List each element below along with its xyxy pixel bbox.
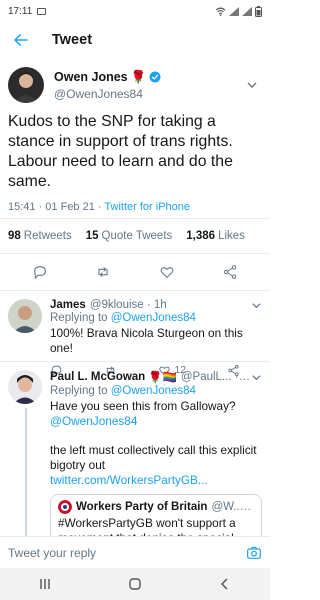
quoted-author-handle: @W... · 4h (211, 501, 254, 513)
status-icons (215, 5, 262, 17)
app-bar: Tweet (0, 22, 270, 58)
reply-header: James @9klouise · 1h (50, 299, 262, 311)
system-nav-bar (0, 568, 270, 600)
author-handle: @OwenJones84 (54, 86, 143, 101)
reply-text-body: the left must collectively call this exp… (50, 443, 257, 472)
likes-label: Likes (218, 230, 245, 242)
replying-to-mention[interactable]: @OwenJones84 (111, 385, 196, 397)
quotes-label: Quote Tweets (101, 230, 173, 242)
quotes-count: 15 (85, 230, 99, 242)
reply-input[interactable]: Tweet your reply (8, 546, 96, 560)
replying-to: Replying to @OwenJones84 (50, 385, 262, 397)
replying-to-label: Replying to (50, 385, 111, 397)
share-icon[interactable] (222, 264, 238, 280)
back-arrow-icon[interactable] (12, 31, 30, 49)
reply-text-line-1: Have you seen this from Galloway? (50, 399, 236, 413)
status-time: 17:11 (8, 5, 33, 17)
chevron-down-icon[interactable] (251, 372, 262, 383)
author-name-line: Owen Jones 🌹 (54, 70, 161, 85)
tweet-meta: 15:41 · 01 Feb 21 · Twitter for iPhone (0, 196, 270, 218)
reply-composer[interactable]: Tweet your reply (0, 536, 270, 568)
signal-icon (229, 6, 239, 16)
reply-author-handle: @PaulL... · 1h (180, 371, 251, 383)
reply-tweet[interactable]: Paul L. McGowan 🌹🏳️‍🌈 @PaulL... · 1h Rep… (0, 362, 270, 542)
quoted-tweet[interactable]: Workers Party of Britain @W... · 4h #Wor… (50, 494, 262, 542)
quoted-tweet-header: Workers Party of Britain @W... · 4h (58, 500, 254, 514)
avatar[interactable] (8, 299, 42, 333)
reply-link[interactable]: twitter.com/WorkersPartyGB... (50, 473, 208, 487)
tweet-actions (0, 254, 270, 290)
reply-mention[interactable]: @OwenJones84 (50, 414, 262, 429)
avatar[interactable] (8, 67, 44, 103)
status-bar: 17:11 (0, 0, 270, 22)
reply-body: Paul L. McGowan 🌹🏳️‍🌈 @PaulL... · 1h Rep… (50, 370, 262, 542)
reply-body: James @9klouise · 1h Replying to @OwenJo… (50, 299, 262, 377)
likes-stat[interactable]: 1,386 Likes (186, 230, 245, 242)
like-icon[interactable] (159, 264, 175, 280)
workers-party-logo-icon (58, 500, 72, 514)
quotes-stat[interactable]: 15 Quote Tweets (86, 230, 173, 242)
avatar[interactable] (8, 370, 42, 404)
thread-line (25, 408, 27, 542)
wifi-icon (215, 7, 226, 16)
tweet-detail: Owen Jones 🌹 @OwenJones84 Kudos to the S… (0, 58, 270, 542)
page-title: Tweet (52, 32, 93, 48)
quoted-author-name: Workers Party of Britain (76, 501, 208, 513)
reply-author-emojis: 🌹🏳️‍🌈 (148, 372, 177, 384)
likes-count: 1,386 (186, 230, 216, 242)
retweets-stat[interactable]: 98 Retweets (8, 230, 72, 242)
tweet-text: Kudos to the SNP for taking a stance in … (8, 113, 233, 190)
replying-to: Replying to @OwenJones84 (50, 312, 262, 324)
replying-to-label: Replying to (50, 312, 111, 324)
signal-icon-2 (242, 6, 252, 16)
replying-to-mention[interactable]: @OwenJones84 (111, 312, 196, 324)
reply-header: Paul L. McGowan 🌹🏳️‍🌈 @PaulL... · 1h (50, 370, 262, 384)
retweets-count: 98 (8, 230, 21, 242)
reply-tweet[interactable]: James @9klouise · 1h Replying to @OwenJo… (0, 291, 270, 377)
retweet-icon[interactable] (95, 264, 111, 280)
recents-icon[interactable] (38, 577, 52, 591)
chevron-down-icon[interactable] (246, 79, 258, 91)
tweet-source-link[interactable]: Twitter for iPhone (104, 201, 190, 213)
gallery-notification-icon (37, 7, 47, 15)
retweets-label: Retweets (23, 230, 72, 242)
tweet-stats: 98 Retweets 15 Quote Tweets 1,386 Likes (0, 219, 270, 253)
reply-text: 100%! Brava Nicola Sturgeon on this one! (50, 326, 243, 355)
reply-spacer (50, 429, 262, 443)
camera-icon[interactable] (246, 545, 262, 561)
chevron-down-icon[interactable] (251, 300, 262, 311)
reply-icon[interactable] (32, 264, 48, 280)
reply-author-handle: @9klouise · 1h (89, 299, 167, 311)
tweet-author[interactable]: Owen Jones 🌹 @OwenJones84 (0, 58, 270, 106)
home-icon[interactable] (128, 577, 142, 591)
author-names: Owen Jones 🌹 @OwenJones84 (54, 70, 161, 101)
rose-emoji: 🌹 (130, 69, 147, 84)
verified-badge-icon (149, 71, 161, 83)
author-name: Owen Jones (54, 70, 128, 84)
reply-text: Have you seen this from Galloway? @OwenJ… (50, 399, 262, 488)
reply-author-name: Paul L. McGowan (50, 371, 146, 383)
reply-author-name: James (50, 299, 86, 311)
battery-icon (255, 5, 262, 17)
tweet-timestamp: 15:41 · 01 Feb 21 · (8, 201, 105, 213)
back-icon[interactable] (218, 577, 232, 591)
reply-text-line-2: the left must collectively call this exp… (50, 443, 262, 488)
